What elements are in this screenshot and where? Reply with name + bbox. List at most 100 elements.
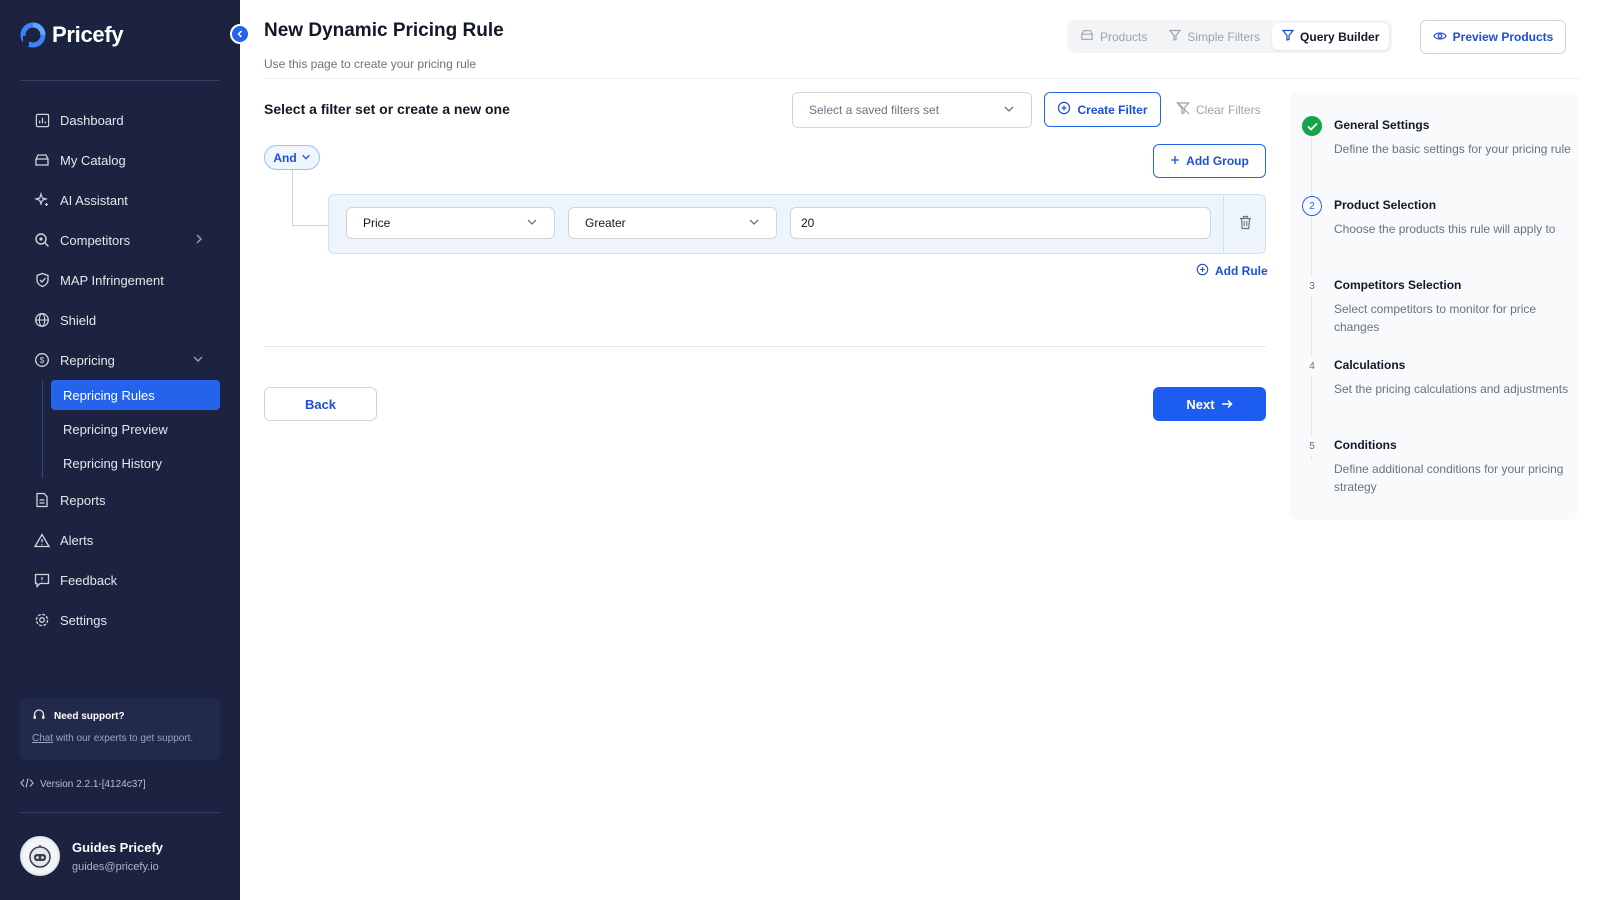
create-filter-button[interactable]: Create Filter <box>1044 92 1161 127</box>
sidebar-item-label: Competitors <box>60 232 131 248</box>
filter-rule-row: Price Greater <box>328 194 1266 254</box>
combinator-select[interactable]: And <box>264 145 320 170</box>
sidebar-item-repricing[interactable]: $ Repricing <box>20 340 220 380</box>
step-title: Product Selection <box>1334 198 1437 212</box>
step-title: Conditions <box>1334 438 1397 452</box>
sidebar-subitem-repricing-preview[interactable]: Repricing Preview <box>51 414 220 444</box>
gear-icon <box>34 612 50 628</box>
sidebar-item-ai-assistant[interactable]: AI Assistant <box>20 180 220 220</box>
rule-operator-select[interactable]: Greater <box>568 207 777 239</box>
collapse-sidebar-button[interactable] <box>230 24 250 44</box>
sidebar-item-reports[interactable]: Reports <box>20 480 220 520</box>
step-title: Calculations <box>1334 358 1406 372</box>
catalog-icon <box>34 152 50 168</box>
sidebar-item-competitors[interactable]: Competitors <box>20 220 220 260</box>
sidebar-item-feedback[interactable]: Feedback <box>20 560 220 600</box>
filter-icon <box>1281 29 1295 44</box>
step-description: Set the pricing calculations and adjustm… <box>1334 382 1569 396</box>
sidebar-item-label: My Catalog <box>60 152 126 168</box>
headset-icon <box>32 708 46 725</box>
chevron-down-icon <box>1003 103 1015 118</box>
add-group-button[interactable]: Add Group <box>1153 144 1266 178</box>
user-profile[interactable]: Guides Pricefy guides@pricefy.io <box>20 836 163 876</box>
tab-products[interactable]: Products <box>1070 23 1157 50</box>
add-rule-button[interactable]: Add Rule <box>1196 263 1268 279</box>
step-number: 2 <box>1302 196 1322 216</box>
plus-circle-icon <box>1057 101 1071 118</box>
eye-icon <box>1432 30 1447 45</box>
saved-filters-select[interactable]: Select a saved filters set <box>792 92 1032 128</box>
app-logo[interactable]: Pricefy <box>20 22 124 48</box>
chevron-right-icon <box>194 233 204 248</box>
step-number: 3 <box>1302 276 1322 296</box>
filter-heading: Select a filter set or create a new one <box>264 101 510 117</box>
sidebar-item-label: Reports <box>60 492 106 508</box>
sidebar-divider <box>20 812 220 813</box>
tree-connector <box>292 225 328 226</box>
user-email: guides@pricefy.io <box>72 860 159 873</box>
sidebar-item-my-catalog[interactable]: My Catalog <box>20 140 220 180</box>
page-subtitle: Use this page to create your pricing rul… <box>264 57 477 71</box>
sidebar-subitem-repricing-rules[interactable]: Repricing Rules <box>51 380 220 410</box>
sidebar-item-settings[interactable]: Settings <box>20 600 220 640</box>
support-text: Chat with our experts to get support. <box>32 733 194 744</box>
sidebar: Pricefy Dashboard My Catalog AI Assistan… <box>0 0 240 900</box>
warning-icon <box>34 532 50 548</box>
rule-separator <box>1223 195 1224 253</box>
check-circle-icon <box>1302 116 1322 136</box>
sidebar-item-label: Feedback <box>60 572 118 588</box>
step-description: Select competitors to monitor for price … <box>1334 302 1537 334</box>
app-name: Pricefy <box>52 22 124 47</box>
svg-text:$: $ <box>40 356 45 365</box>
sidebar-divider <box>20 80 220 81</box>
view-mode-tabs: Products Simple Filters Query Builder <box>1067 20 1393 53</box>
header-divider <box>264 78 1580 79</box>
sidebar-item-label: Dashboard <box>60 112 124 128</box>
sidebar-item-alerts[interactable]: Alerts <box>20 520 220 560</box>
repricing-submenu: Repricing Rules Repricing Preview Repric… <box>42 380 220 478</box>
avatar <box>20 836 60 876</box>
message-icon <box>34 572 50 588</box>
user-name: Guides Pricefy <box>72 839 164 855</box>
globe-icon <box>34 312 50 328</box>
sidebar-item-label: AI Assistant <box>60 192 128 208</box>
sidebar-item-shield[interactable]: Shield <box>20 300 220 340</box>
sidebar-item-label: Repricing <box>60 352 115 368</box>
chat-link[interactable]: Chat <box>32 733 53 744</box>
arrow-right-icon <box>1221 397 1233 412</box>
shield-check-icon <box>34 272 50 288</box>
tab-query-builder[interactable]: Query Builder <box>1272 23 1390 50</box>
step-number: 4 <box>1302 356 1322 376</box>
next-button[interactable]: Next <box>1153 387 1266 421</box>
clear-filters-button[interactable]: Clear Filters <box>1176 101 1261 118</box>
chevron-down-icon <box>192 353 204 368</box>
content-divider <box>264 346 1266 347</box>
dashboard-icon <box>34 112 50 128</box>
sidebar-item-label: Settings <box>60 612 107 628</box>
rule-value-input[interactable] <box>790 207 1211 239</box>
sidebar-item-dashboard[interactable]: Dashboard <box>20 100 220 140</box>
pricefy-logo-icon <box>20 22 46 48</box>
rule-field-select[interactable]: Price <box>346 207 555 239</box>
repricing-icon: $ <box>34 352 50 368</box>
sidebar-item-label: Shield <box>60 312 97 328</box>
version-label: Version 2.2.1-[4124c37] <box>20 778 146 791</box>
sidebar-item-label: Alerts <box>60 532 94 548</box>
step-number: 5 <box>1302 436 1322 456</box>
trash-icon[interactable] <box>1239 215 1252 235</box>
page-title: New Dynamic Pricing Rule <box>264 20 504 41</box>
catalog-icon <box>1080 29 1094 44</box>
document-icon <box>34 492 50 508</box>
tab-simple-filters[interactable]: Simple Filters <box>1159 23 1270 50</box>
step-title: Competitors Selection <box>1334 278 1462 292</box>
sidebar-item-map-infringement[interactable]: MAP Infringement <box>20 260 220 300</box>
sparkle-icon <box>34 192 50 208</box>
step-description: Choose the products this rule will apply… <box>1334 222 1556 236</box>
plus-icon <box>1170 154 1180 168</box>
preview-products-button[interactable]: Preview Products <box>1420 20 1566 54</box>
step-title: General Settings <box>1334 118 1430 132</box>
plus-circle-icon <box>1196 263 1209 279</box>
back-button[interactable]: Back <box>264 387 377 421</box>
chevron-down-icon <box>301 151 311 165</box>
sidebar-subitem-repricing-history[interactable]: Repricing History <box>51 448 220 478</box>
